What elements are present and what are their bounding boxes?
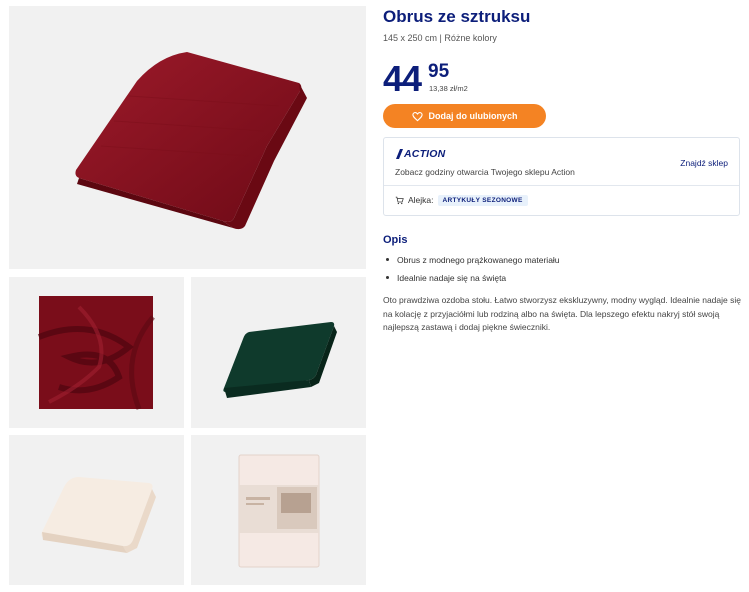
burgundy-fabric-detail-image xyxy=(37,296,155,410)
product-subtitle: 145 x 250 cm | Różne kolory xyxy=(383,33,497,43)
description-bullet: Idealnie nadaje się na święta xyxy=(383,272,560,290)
burgundy-tablecloth-image xyxy=(75,52,307,230)
packaged-tablecloth-image xyxy=(238,454,320,568)
aisle-badge: ARTYKUŁY SEZONOWE xyxy=(437,194,528,206)
description-heading: Opis xyxy=(383,234,408,246)
gallery-image-cream[interactable] xyxy=(9,435,184,585)
find-store-link[interactable]: Znajdź sklep xyxy=(680,158,728,168)
add-to-favorites-button[interactable]: Dodaj do ulubionych xyxy=(383,104,546,128)
cream-tablecloth-image xyxy=(41,477,156,553)
gallery-image-detail[interactable] xyxy=(9,277,184,428)
add-to-favorites-label: Dodaj do ulubionych xyxy=(428,111,518,121)
unit-price: 13,38 zł/m2 xyxy=(429,84,468,93)
cart-icon xyxy=(395,196,404,204)
heart-icon xyxy=(411,111,423,121)
product-title: Obrus ze sztruksu xyxy=(383,7,531,26)
store-divider xyxy=(384,185,739,186)
aisle-label: Alejka: xyxy=(408,195,434,205)
description-body: Oto prawdziwa ozdoba stołu. Łatwo stworz… xyxy=(383,295,741,332)
store-info-box: ACTION Zobacz godziny otwarcia Twojego s… xyxy=(383,137,740,216)
description-bullet: Obrus z modnego prążkowanego materiału xyxy=(383,254,560,272)
gallery-image-green[interactable] xyxy=(191,277,366,428)
gallery-image-main[interactable] xyxy=(9,6,366,269)
store-hours-text: Zobacz godziny otwarcia Twojego sklepu A… xyxy=(395,167,575,177)
price-whole: 44 xyxy=(383,58,422,99)
action-logo: ACTION xyxy=(395,148,445,160)
aisle-info: Alejka: ARTYKUŁY SEZONOWE xyxy=(395,193,528,207)
green-tablecloth-image xyxy=(223,322,337,398)
action-logo-icon xyxy=(396,149,403,159)
gallery-image-package[interactable] xyxy=(191,435,366,585)
price-cents: 95 xyxy=(428,61,450,82)
action-logo-text: ACTION xyxy=(404,148,446,160)
product-gallery xyxy=(0,0,370,592)
price-block: 44 95 13,38 zł/m2 xyxy=(383,60,583,100)
description-bullets: Obrus z modnego prążkowanego materiału I… xyxy=(383,254,560,290)
